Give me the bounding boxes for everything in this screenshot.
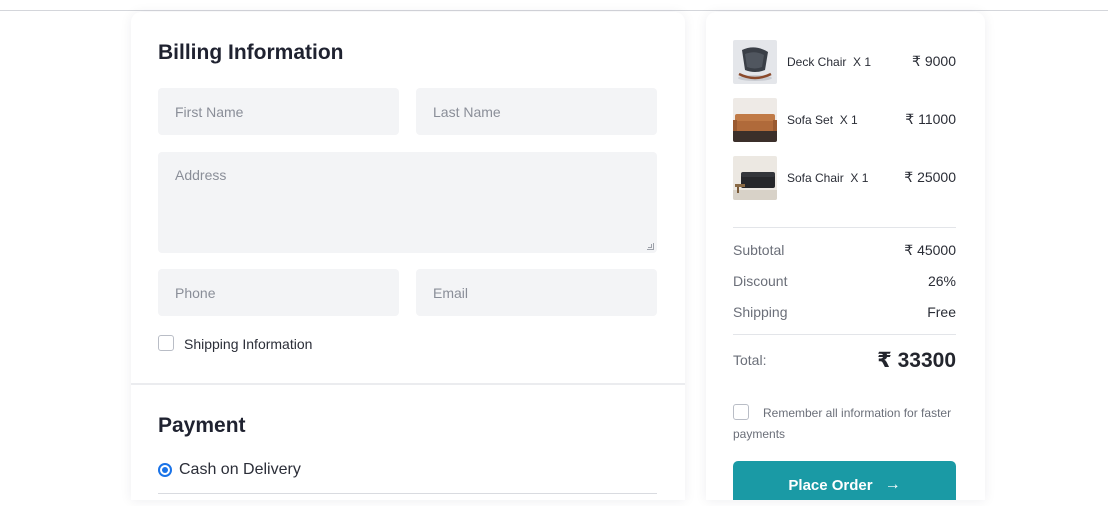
first-name-input[interactable]: First Name — [158, 88, 399, 135]
cart-item-price: ₹ 25000 — [904, 169, 956, 185]
order-summary-card: Deck Chair X 1 ₹ 9000 Sofa Set X 1 ₹ 110… — [706, 12, 985, 500]
total-label: Total: — [733, 352, 767, 368]
payment-divider — [158, 493, 657, 494]
cart-item-price: ₹ 9000 — [912, 53, 956, 69]
billing-title: Billing Information — [158, 41, 344, 64]
arrow-right-icon: → — [884, 476, 901, 493]
first-name-placeholder: First Name — [175, 103, 244, 120]
address-textarea[interactable]: Address — [158, 152, 657, 253]
cart-item-price: ₹ 11000 — [905, 111, 956, 127]
remember-information-checkbox[interactable] — [733, 404, 749, 420]
sofa-set-thumbnail — [733, 98, 777, 142]
last-name-input[interactable]: Last Name — [416, 88, 657, 135]
billing-card: Billing Information First Name Last Name… — [131, 12, 685, 500]
shipping-information-checkbox[interactable] — [158, 335, 174, 351]
total-row: Total: ₹ 33300 — [733, 348, 956, 372]
remember-information-label[interactable]: Remember all information for faster paym… — [733, 403, 956, 445]
total-value: ₹ 33300 — [877, 349, 956, 372]
cash-on-delivery-label[interactable]: Cash on Delivery — [179, 461, 301, 479]
deck-chair-thumbnail — [733, 40, 777, 84]
discount-value: 26% — [927, 273, 956, 289]
cart-item-deck-chair: Deck Chair X 1 ₹ 9000 — [733, 40, 956, 84]
discount-row: Discount 26% — [733, 273, 956, 291]
subtotal-label: Subtotal — [733, 242, 785, 258]
place-order-button[interactable]: Place Order → — [733, 461, 956, 500]
subtotal-row: Subtotal ₹ 45000 — [733, 242, 956, 260]
sofa-chair-thumbnail — [733, 156, 777, 200]
checkout-page: Billing Information First Name Last Name… — [0, 0, 1108, 506]
payment-title: Payment — [158, 414, 246, 437]
remember-information-row[interactable]: Remember all information for faster paym… — [733, 403, 956, 445]
cart-item-name: Sofa Chair X 1 — [787, 171, 869, 185]
address-placeholder: Address — [175, 167, 227, 183]
subtotal-value: ₹ 45000 — [904, 242, 956, 258]
email-input[interactable]: Email — [416, 269, 657, 316]
shipping-information-label[interactable]: Shipping Information — [184, 336, 312, 352]
shipping-row: Shipping Free — [733, 304, 956, 322]
phone-input[interactable]: Phone — [158, 269, 399, 316]
shipping-value: Free — [927, 304, 956, 320]
summary-divider — [733, 227, 956, 228]
place-order-label: Place Order — [788, 476, 873, 494]
cart-item-name: Deck Chair X 1 — [787, 55, 872, 69]
total-divider — [733, 334, 956, 335]
resize-handle-icon[interactable] — [647, 243, 654, 250]
discount-label: Discount — [733, 273, 788, 289]
cash-on-delivery-radio[interactable] — [158, 463, 172, 477]
cart-item-name: Sofa Set X 1 — [787, 113, 858, 127]
shipping-label: Shipping — [733, 304, 788, 320]
last-name-placeholder: Last Name — [433, 103, 501, 120]
section-divider — [131, 383, 685, 385]
cart-item-sofa-set: Sofa Set X 1 ₹ 11000 — [733, 98, 956, 142]
email-placeholder: Email — [433, 284, 469, 301]
cart-item-sofa-chair: Sofa Chair X 1 ₹ 25000 — [733, 156, 956, 200]
phone-placeholder: Phone — [175, 284, 216, 301]
